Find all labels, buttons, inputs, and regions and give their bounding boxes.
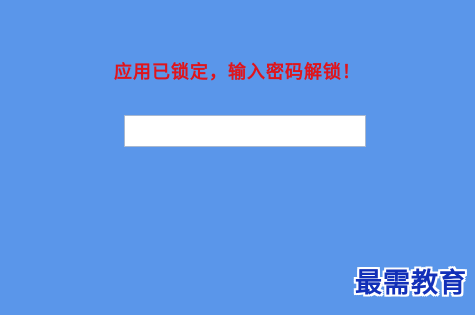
watermark-logo: 最需教育 xyxy=(355,268,467,299)
password-input[interactable] xyxy=(124,115,366,147)
lock-message: 应用已锁定，输入密码解锁！ xyxy=(114,62,361,83)
lock-screen: 应用已锁定，输入密码解锁！ 最需教育 xyxy=(0,0,475,315)
